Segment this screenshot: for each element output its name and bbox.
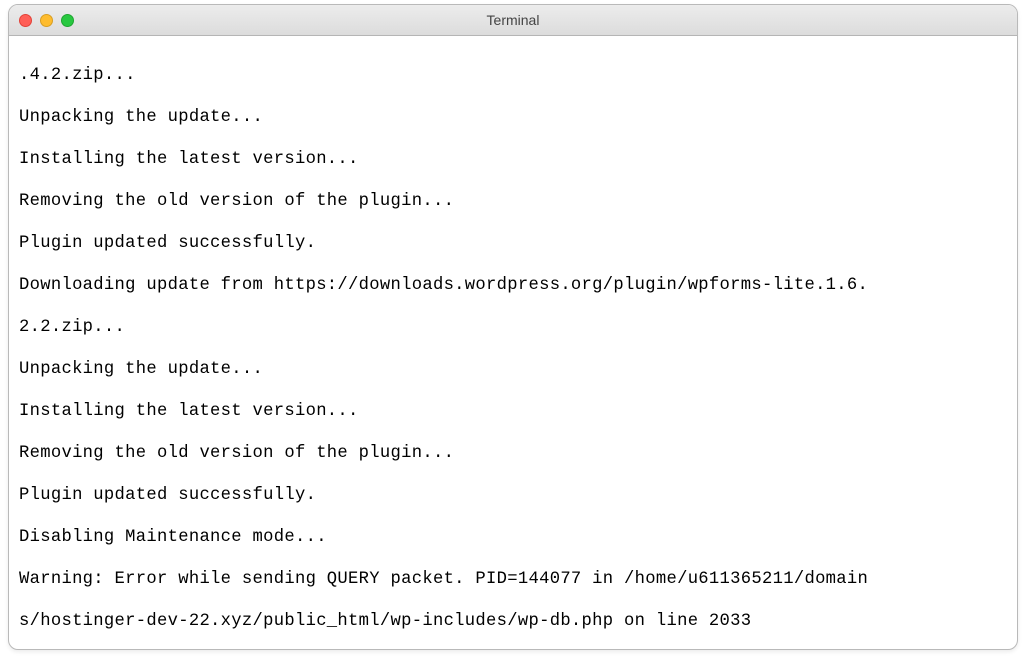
output-line: Downloading update from https://download… [19,275,1007,296]
traffic-lights [19,14,74,27]
output-line: Installing the latest version... [19,401,1007,422]
output-line: Installing the latest version... [19,149,1007,170]
output-line: Removing the old version of the plugin..… [19,191,1007,212]
output-line: Unpacking the update... [19,107,1007,128]
minimize-icon[interactable] [40,14,53,27]
output-line: Plugin updated successfully. [19,233,1007,254]
close-icon[interactable] [19,14,32,27]
output-line: Plugin updated successfully. [19,485,1007,506]
window-title: Terminal [9,12,1017,28]
output-line: Unpacking the update... [19,359,1007,380]
output-line: s/hostinger-dev-22.xyz/public_html/wp-in… [19,611,1007,632]
output-line: Warning: Error while sending QUERY packe… [19,569,1007,590]
output-line: Disabling Maintenance mode... [19,527,1007,548]
zoom-icon[interactable] [61,14,74,27]
output-line: Removing the old version of the plugin..… [19,443,1007,464]
output-line: 2.2.zip... [19,317,1007,338]
terminal-window: Terminal .4.2.zip... Unpacking the updat… [8,4,1018,650]
titlebar: Terminal [9,5,1017,36]
output-line: .4.2.zip... [19,65,1007,86]
terminal-body[interactable]: .4.2.zip... Unpacking the update... Inst… [9,36,1017,650]
